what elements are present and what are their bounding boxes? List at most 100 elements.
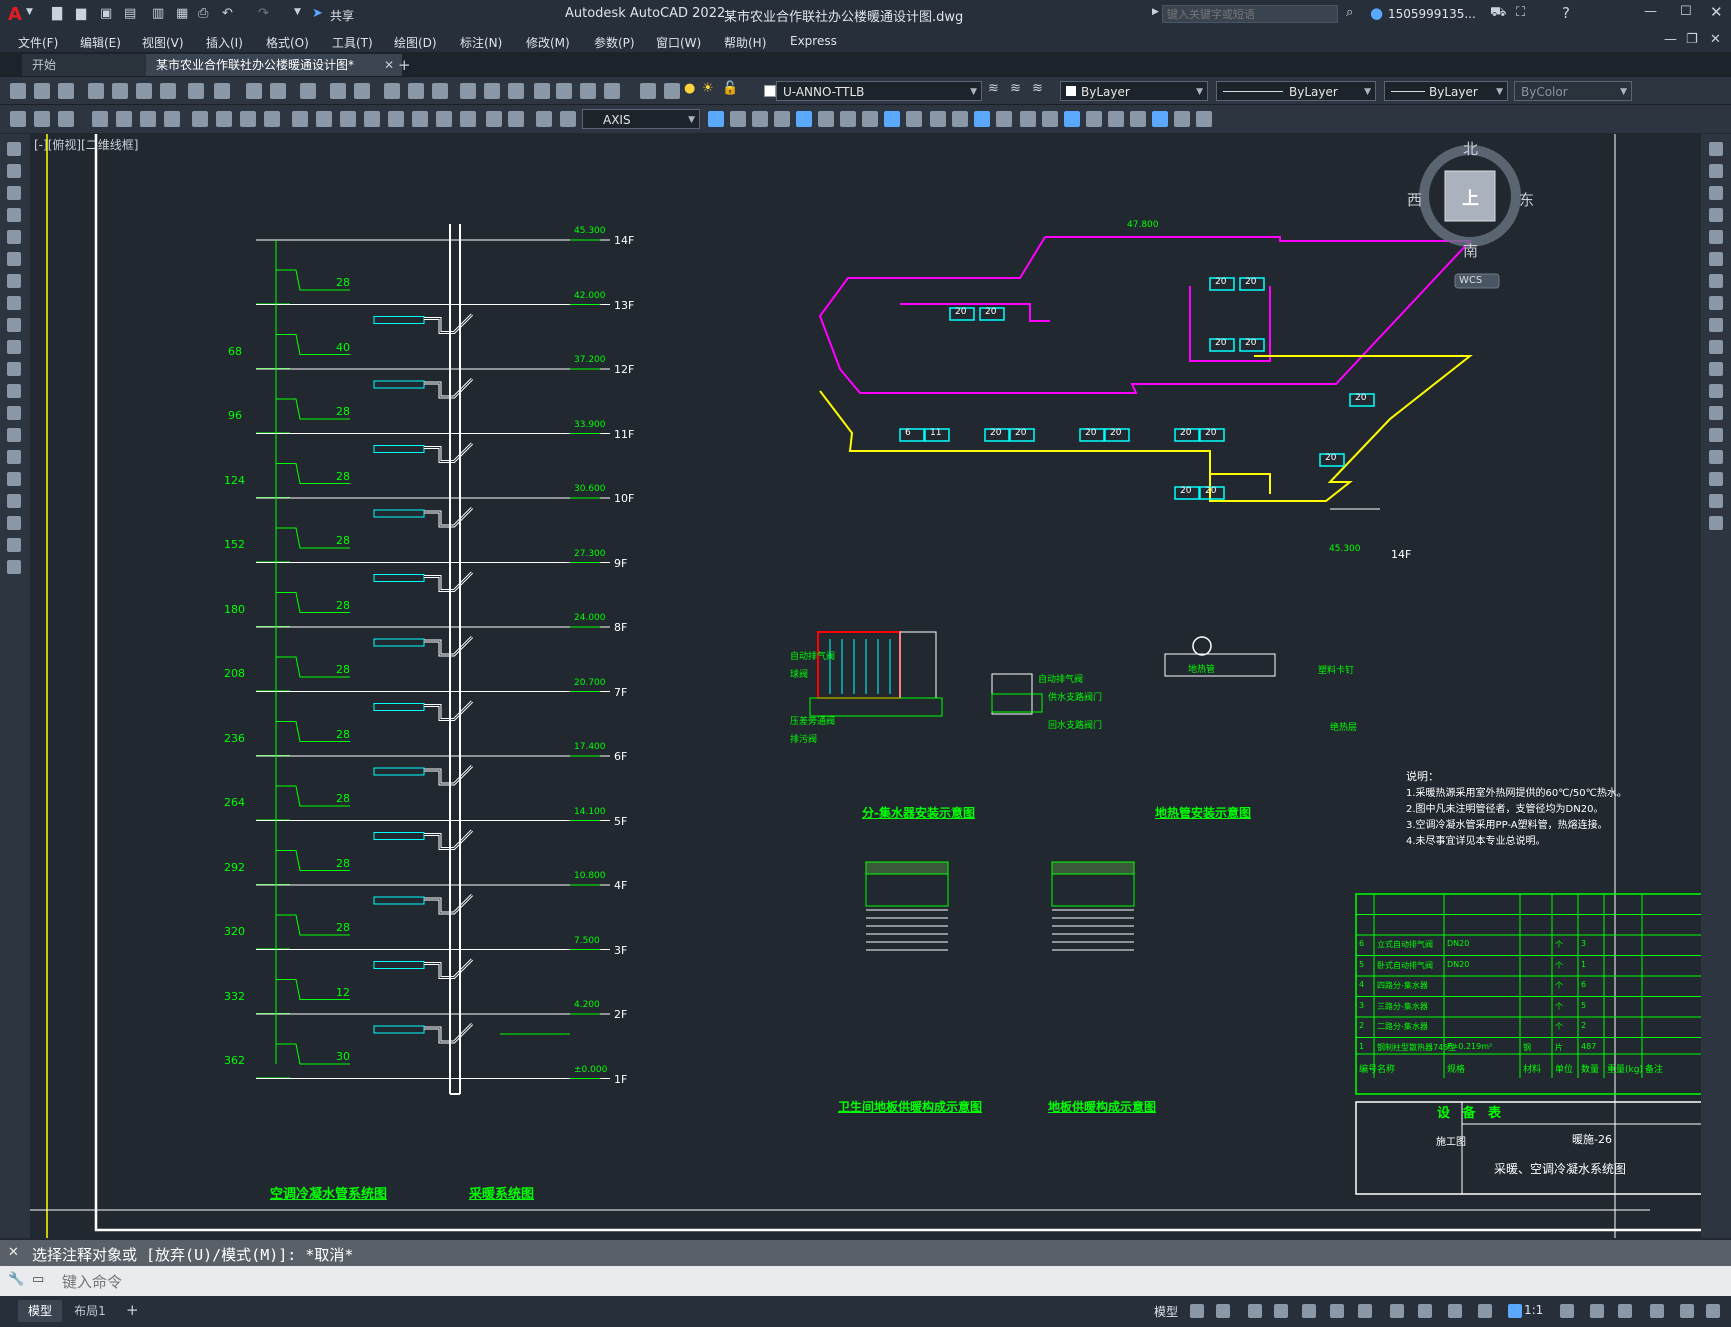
dim-button-11[interactable] — [292, 111, 308, 127]
modify-tool-8[interactable] — [1709, 318, 1723, 332]
draw-tool-18[interactable] — [7, 538, 21, 552]
toolbar-button-19[interactable] — [508, 83, 524, 99]
menu-modify[interactable]: 修改(M) — [526, 34, 570, 51]
dim-button-15[interactable] — [388, 111, 404, 127]
toolbar-button-16[interactable] — [432, 83, 448, 99]
modify-tool-9[interactable] — [1709, 340, 1723, 354]
plotstyle-dropdown[interactable]: ByColor ▼ — [1514, 81, 1632, 101]
view-button-15[interactable] — [1042, 111, 1058, 127]
layer-freeze-icon[interactable]: ☀ — [702, 81, 714, 96]
status-toggle-10[interactable] — [1478, 1304, 1492, 1318]
draw-tool-4[interactable] — [7, 230, 21, 244]
modify-tool-0[interactable] — [1709, 142, 1723, 156]
view-button-5[interactable] — [818, 111, 834, 127]
draw-tool-9[interactable] — [7, 340, 21, 354]
toolbar-button-5[interactable] — [136, 83, 152, 99]
user-icon[interactable]: ● — [1370, 4, 1383, 22]
tab-drawing[interactable]: 某市农业合作联社办公楼暖通设计图* ✕ — [146, 54, 402, 76]
tab-model[interactable]: 模型 — [18, 1300, 62, 1322]
view-button-14[interactable] — [1020, 111, 1036, 127]
view-button-1[interactable] — [730, 111, 746, 127]
view-button-17[interactable] — [1086, 111, 1102, 127]
view-button-2[interactable] — [752, 111, 768, 127]
annotation-scale[interactable]: 1:1 — [1524, 1303, 1543, 1317]
toolbar-button-23[interactable] — [604, 83, 620, 99]
status-toggle-11[interactable] — [1508, 1304, 1522, 1318]
modify-tool-14[interactable] — [1709, 450, 1723, 464]
view-button-3[interactable] — [774, 111, 790, 127]
modify-tool-5[interactable] — [1709, 252, 1723, 266]
draw-tool-14[interactable] — [7, 450, 21, 464]
viewcube-south[interactable]: 南 — [1463, 240, 1478, 261]
draw-tool-3[interactable] — [7, 208, 21, 222]
redo-icon[interactable]: ↷ — [258, 6, 269, 21]
dim-button-3[interactable] — [92, 111, 108, 127]
toolbar-button-2[interactable] — [58, 83, 74, 99]
modify-tool-16[interactable] — [1709, 494, 1723, 508]
drawing-canvas[interactable]: [-][俯视][二维线框] 45.300 14F 28 42.000 13F 68 40 37… — [30, 134, 1701, 1238]
print-icon[interactable]: ⎙ — [198, 6, 208, 21]
layer-lock-icon[interactable]: 🔓 — [722, 81, 738, 96]
draw-tool-16[interactable] — [7, 494, 21, 508]
toolbar-button-13[interactable] — [354, 83, 370, 99]
share-button[interactable]: 共享 — [330, 7, 354, 24]
status-toggle-13[interactable] — [1590, 1304, 1604, 1318]
dim-button-0[interactable] — [10, 111, 26, 127]
toolbar-button-14[interactable] — [384, 83, 400, 99]
help-icon[interactable]: ? — [1562, 4, 1570, 22]
command-input[interactable] — [60, 1270, 1704, 1294]
new-tab-icon[interactable]: + — [398, 56, 411, 74]
draw-tool-5[interactable] — [7, 252, 21, 266]
menu-window[interactable]: 窗口(W) — [656, 34, 701, 51]
dim-button-4[interactable] — [116, 111, 132, 127]
status-toggle-2[interactable] — [1248, 1304, 1262, 1318]
modify-tool-12[interactable] — [1709, 406, 1723, 420]
user-name[interactable]: 1505999135... — [1388, 7, 1476, 21]
dim-button-7[interactable] — [192, 111, 208, 127]
menu-file[interactable]: 文件(F) — [18, 34, 58, 51]
web-save-icon[interactable]: ▦ — [176, 6, 188, 21]
menu-help[interactable]: 帮助(H) — [724, 34, 766, 51]
view-button-21[interactable] — [1174, 111, 1190, 127]
dim-button-20[interactable] — [508, 111, 524, 127]
toolbar-button-21[interactable] — [556, 83, 572, 99]
view-button-11[interactable] — [952, 111, 968, 127]
toolbar-button-6[interactable] — [160, 83, 176, 99]
draw-tool-7[interactable] — [7, 296, 21, 310]
draw-tool-12[interactable] — [7, 406, 21, 420]
save-icon[interactable]: ▣ — [100, 6, 112, 21]
dim-button-22[interactable] — [560, 111, 576, 127]
view-button-18[interactable] — [1108, 111, 1124, 127]
toolbar-button-12[interactable] — [330, 83, 346, 99]
undo-icon[interactable]: ↶ — [222, 6, 233, 21]
toolbar-button-18[interactable] — [484, 83, 500, 99]
modify-tool-6[interactable] — [1709, 274, 1723, 288]
status-toggle-15[interactable] — [1650, 1304, 1664, 1318]
toolbar-button-22[interactable] — [580, 83, 596, 99]
tab-layout1[interactable]: 布局1 — [68, 1300, 112, 1322]
status-toggle-7[interactable] — [1390, 1304, 1404, 1318]
toolbar-button-25[interactable] — [664, 83, 680, 99]
menu-dimension[interactable]: 标注(N) — [460, 34, 502, 51]
linetype-dropdown[interactable]: ByLayer ▼ — [1216, 81, 1376, 101]
dim-button-8[interactable] — [216, 111, 232, 127]
doc-restore-icon[interactable]: ❐ — [1686, 32, 1698, 47]
status-toggle-12[interactable] — [1560, 1304, 1574, 1318]
menu-view[interactable]: 视图(V) — [142, 34, 184, 51]
textstyle-dropdown[interactable]: AXIS ▼ — [582, 109, 700, 129]
viewcube-north[interactable]: 北 — [1463, 138, 1478, 159]
close-command-icon[interactable]: ✕ — [8, 1245, 19, 1260]
modify-tool-1[interactable] — [1709, 164, 1723, 178]
cart-icon[interactable]: ⛟ — [1490, 5, 1506, 22]
draw-tool-17[interactable] — [7, 516, 21, 530]
menu-parametric[interactable]: 参数(P) — [594, 34, 635, 51]
menu-insert[interactable]: 插入(I) — [206, 34, 243, 51]
model-space-button[interactable]: 模型 — [1154, 1303, 1178, 1320]
modify-tool-15[interactable] — [1709, 472, 1723, 486]
status-toggle-17[interactable] — [1706, 1304, 1720, 1318]
chevron-down-icon[interactable]: ▼ — [26, 7, 33, 17]
dim-button-21[interactable] — [536, 111, 552, 127]
share-icon[interactable]: ➤ — [312, 6, 323, 21]
view-button-9[interactable] — [906, 111, 922, 127]
modify-tool-10[interactable] — [1709, 362, 1723, 376]
